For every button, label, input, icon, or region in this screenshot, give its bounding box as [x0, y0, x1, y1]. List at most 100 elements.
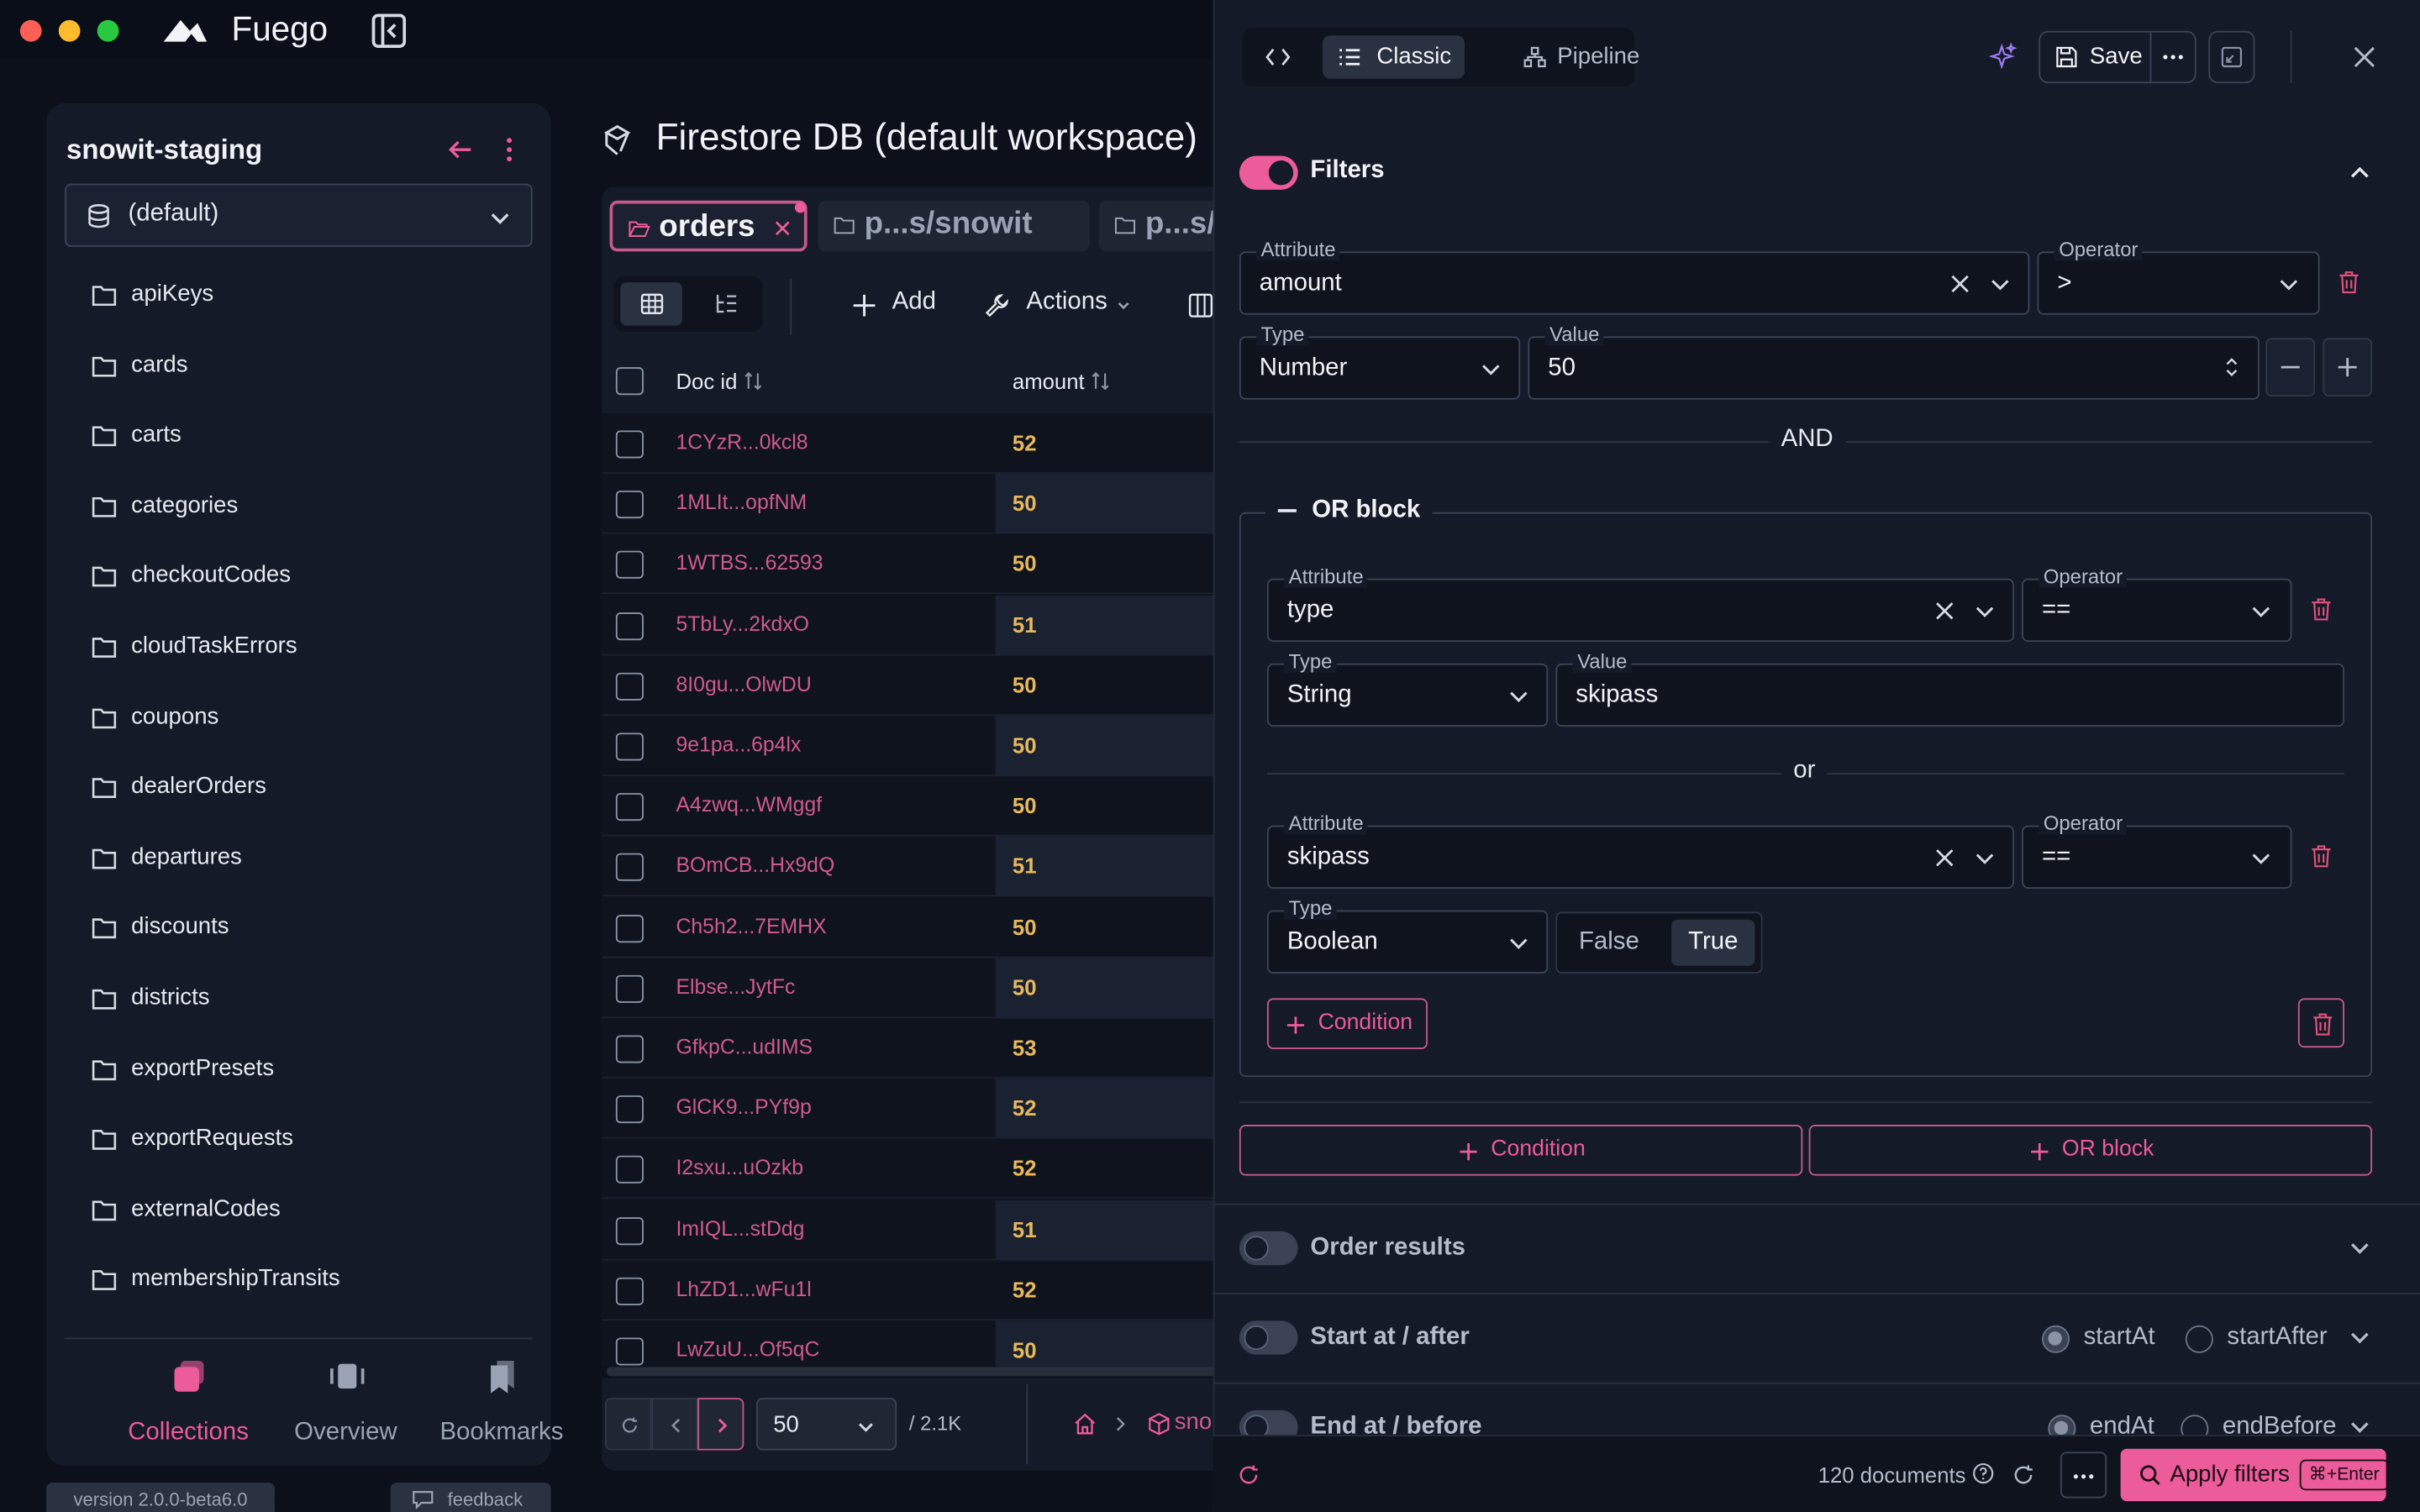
column-header-doc-id[interactable]: Doc id: [676, 369, 737, 393]
attribute-field[interactable]: Attribute skipass: [1266, 811, 2014, 889]
attribute-field[interactable]: Attribute type: [1266, 564, 2014, 643]
true-option[interactable]: True: [1671, 919, 1755, 966]
table-row[interactable]: 1CYzR...0kcl8 52: [602, 413, 1220, 474]
row-checkbox[interactable]: [615, 1095, 644, 1124]
value-input[interactable]: Value 50: [1528, 322, 2260, 400]
doc-id-cell[interactable]: 1WTBS...62593: [676, 551, 823, 575]
doc-id-cell[interactable]: 9e1pa...6p4lx: [676, 732, 801, 756]
doc-id-cell[interactable]: 1MLIt...opfNM: [676, 491, 807, 514]
pipeline-mode-tab[interactable]: Pipeline: [1489, 35, 1639, 78]
reset-icon[interactable]: [1238, 1464, 1260, 1486]
back-arrow-icon[interactable]: [445, 134, 476, 165]
help-icon[interactable]: [1972, 1462, 1994, 1484]
table-row[interactable]: 5TbLy...2kdxO 51: [602, 595, 1220, 655]
table-row[interactable]: 1WTBS...62593 50: [602, 534, 1220, 595]
table-row[interactable]: Ch5h2...7EMHX 50: [602, 897, 1220, 958]
row-checkbox[interactable]: [615, 1035, 644, 1063]
sort-icon[interactable]: [744, 370, 762, 392]
doc-id-cell[interactable]: ImIQL...stDdg: [676, 1216, 804, 1240]
start-after-radio[interactable]: [2185, 1325, 2213, 1353]
collection-item[interactable]: categories: [46, 476, 551, 538]
row-checkbox[interactable]: [615, 612, 644, 640]
collection-item[interactable]: checkoutCodes: [46, 547, 551, 608]
doc-id-cell[interactable]: Elbse...JytFc: [676, 974, 795, 998]
row-checkbox[interactable]: [615, 1277, 644, 1305]
expand-panel-button[interactable]: [2208, 30, 2255, 84]
table-row[interactable]: LwZuU...Of5qC 50: [602, 1320, 1220, 1368]
table-row[interactable]: GfkpC...udIMS 53: [602, 1018, 1220, 1079]
chevron-down-icon[interactable]: [2348, 1326, 2372, 1350]
apply-filters-button[interactable]: Apply filters ⌘+Enter: [2120, 1448, 2389, 1502]
operator-select[interactable]: Operator >: [2037, 237, 2320, 315]
row-checkbox[interactable]: [615, 1156, 644, 1184]
collection-item[interactable]: membershipTransits: [46, 1250, 551, 1311]
delete-condition-icon[interactable]: [2338, 270, 2360, 294]
start-at-toggle[interactable]: [1239, 1320, 1298, 1355]
row-checkbox[interactable]: [615, 551, 644, 580]
collection-item[interactable]: carts: [46, 406, 551, 467]
doc-id-cell[interactable]: GfkpC...udIMS: [676, 1035, 813, 1058]
collection-item[interactable]: districts: [46, 969, 551, 1030]
add-condition-button[interactable]: Condition: [1239, 1124, 1803, 1176]
row-checkbox[interactable]: [615, 853, 644, 882]
collection-item[interactable]: exportRequests: [46, 1110, 551, 1171]
filters-toggle[interactable]: [1239, 155, 1298, 190]
doc-id-cell[interactable]: BOmCB...Hx9dQ: [676, 853, 834, 877]
type-select[interactable]: Type String: [1266, 649, 1549, 727]
sort-icon[interactable]: [1092, 370, 1110, 392]
row-checkbox[interactable]: [615, 491, 644, 519]
table-row[interactable]: 8I0gu...OlwDU 50: [602, 655, 1220, 716]
horizontal-scrollbar[interactable]: [606, 1367, 1220, 1377]
save-options-button[interactable]: [2151, 33, 2194, 82]
close-panel-icon[interactable]: [2350, 43, 2378, 71]
footer-more-button[interactable]: [2060, 1452, 2107, 1499]
add-or-block-button[interactable]: OR block: [1808, 1124, 2373, 1176]
table-row[interactable]: A4zwq...WMggf 50: [602, 776, 1220, 837]
collection-item[interactable]: apiKeys: [46, 265, 551, 327]
chevron-down-icon[interactable]: [2348, 1236, 2372, 1260]
more-vertical-icon[interactable]: [497, 134, 521, 165]
clear-icon[interactable]: [1933, 847, 1955, 869]
collection-item[interactable]: departures: [46, 828, 551, 890]
row-checkbox[interactable]: [615, 914, 644, 942]
tree-view-button[interactable]: [695, 282, 756, 325]
start-at-radio[interactable]: [2041, 1325, 2070, 1353]
false-option[interactable]: False: [1579, 929, 1639, 957]
close-tab-icon[interactable]: [773, 219, 792, 238]
row-checkbox[interactable]: [615, 672, 644, 701]
doc-id-cell[interactable]: Ch5h2...7EMHX: [676, 914, 826, 937]
nav-overview-button[interactable]: Overview: [269, 1350, 424, 1455]
table-row[interactable]: 9e1pa...6p4lx 50: [602, 716, 1220, 776]
attribute-field[interactable]: Attribute amount: [1239, 237, 2030, 315]
home-icon[interactable]: [1073, 1412, 1097, 1436]
table-row[interactable]: GlCK9...PYf9p 52: [602, 1079, 1220, 1139]
collection-item[interactable]: exportPresets: [46, 1039, 551, 1100]
decrement-button[interactable]: [2265, 338, 2316, 397]
chevron-up-icon[interactable]: [2348, 160, 2372, 185]
feedback-button[interactable]: feedback: [390, 1483, 551, 1512]
value-input[interactable]: Value skipass: [1555, 649, 2344, 727]
table-row[interactable]: Elbse...JytFc 50: [602, 958, 1220, 1018]
next-page-button[interactable]: [697, 1398, 744, 1451]
refresh-page-button[interactable]: [604, 1398, 652, 1451]
columns-icon[interactable]: [1188, 293, 1213, 318]
or-block-title[interactable]: OR block: [1265, 496, 1433, 525]
delete-condition-icon[interactable]: [2311, 844, 2333, 869]
table-row[interactable]: I2sxu...uOzkb 52: [602, 1139, 1220, 1200]
operator-select[interactable]: Operator ==: [2022, 811, 2292, 889]
row-checkbox[interactable]: [615, 430, 644, 459]
doc-id-cell[interactable]: LwZuU...Of5qC: [676, 1337, 819, 1361]
doc-id-cell[interactable]: A4zwq...WMggf: [676, 793, 822, 816]
delete-condition-icon[interactable]: [2311, 597, 2333, 622]
collection-item[interactable]: externalCodes: [46, 1180, 551, 1242]
clear-icon[interactable]: [1933, 600, 1955, 622]
stepper-icon[interactable]: [2224, 354, 2239, 381]
table-row[interactable]: 1MLIt...opfNM 50: [602, 474, 1220, 534]
save-button[interactable]: Save: [2040, 32, 2152, 82]
minimize-window-button[interactable]: [58, 19, 81, 42]
database-select[interactable]: (default): [65, 183, 533, 247]
ai-sparkle-icon[interactable]: [1989, 43, 2018, 71]
select-all-checkbox[interactable]: [615, 367, 644, 396]
doc-id-cell[interactable]: 5TbLy...2kdxO: [676, 612, 809, 635]
doc-id-cell[interactable]: 1CYzR...0kcl8: [676, 430, 808, 454]
